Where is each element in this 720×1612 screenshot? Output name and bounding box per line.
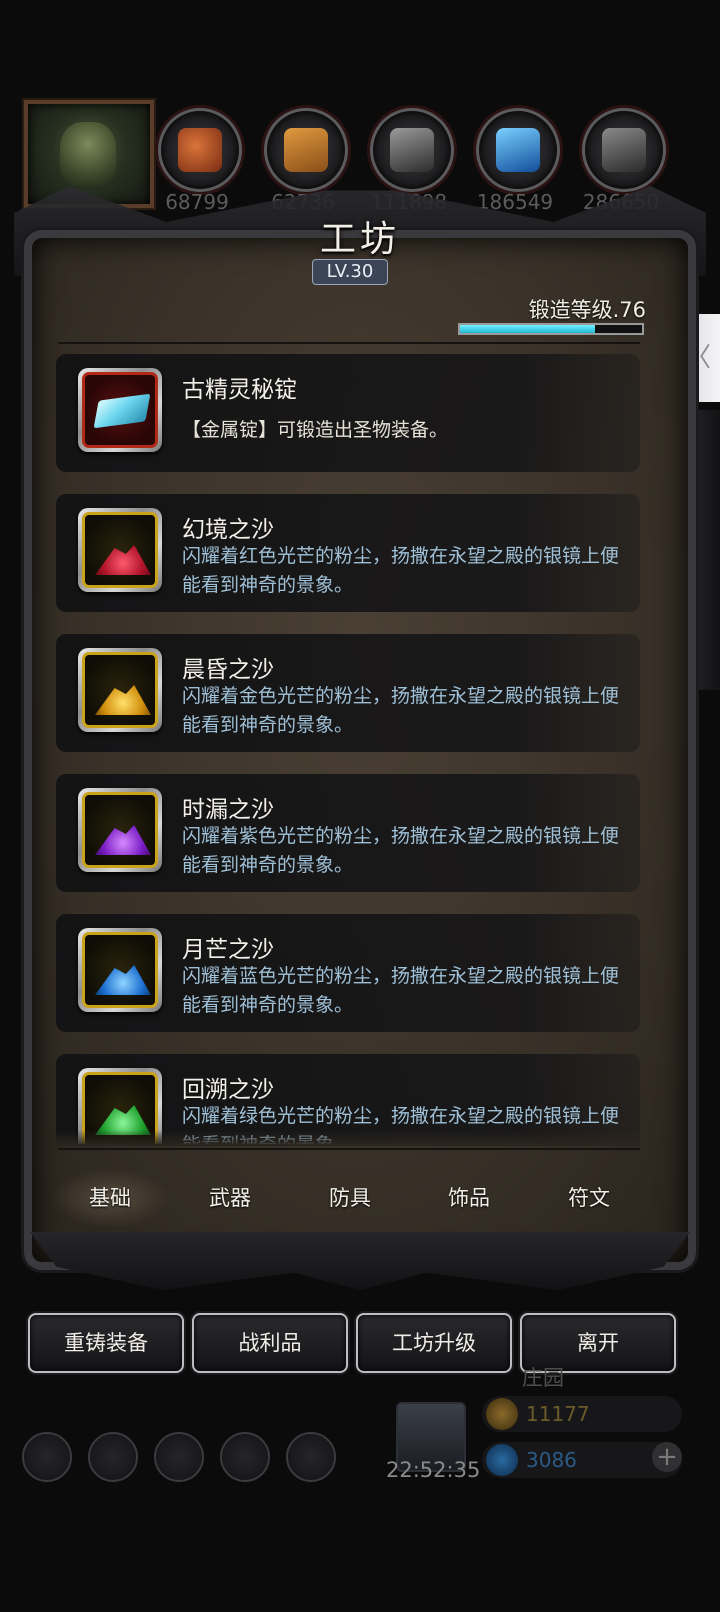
event-timer: 22:52:35 [386, 1458, 481, 1482]
item-slot[interactable] [78, 648, 162, 732]
list-item[interactable]: 幻境之沙 闪耀着红色光芒的粉尘，扬撒在永望之殿的银镜上便能看到神奇的景象。 [56, 494, 640, 612]
shield-icon[interactable] [286, 1432, 336, 1482]
workshop-upgrade-button[interactable]: 工坊升级 [356, 1313, 512, 1373]
panel-title: 工坊 [319, 219, 400, 260]
tab-runes[interactable]: 符文 [529, 1168, 649, 1228]
crystal-icon [476, 108, 560, 192]
item-name: 月芒之沙 [182, 937, 274, 963]
gold-sand-icon [95, 685, 151, 715]
red-sand-icon [95, 545, 151, 575]
tab-basic[interactable]: 基础 [50, 1168, 170, 1228]
forge-progress-bar [458, 323, 644, 335]
estate-label: 庄园 [522, 1366, 564, 1390]
add-currency-button[interactable]: + [652, 1442, 682, 1472]
list-fade [56, 1130, 640, 1146]
level-badge: LV.30 [312, 259, 388, 285]
item-name: 时漏之沙 [182, 797, 274, 823]
tab-weapons[interactable]: 武器 [170, 1168, 290, 1228]
loot-button[interactable]: 战利品 [192, 1313, 348, 1373]
category-tabs: 基础 武器 防具 饰品 符文 [50, 1168, 670, 1228]
list-item[interactable]: 古精灵秘锭 【金属锭】可锻造出圣物装备。 [56, 354, 640, 472]
item-slot[interactable] [78, 508, 162, 592]
stone-icon [582, 108, 666, 192]
wood-plank-icon [264, 108, 348, 192]
item-description: 闪耀着红色光芒的粉尘，扬撒在永望之殿的银镜上便能看到神奇的景象。 [182, 545, 620, 596]
blue-sand-icon [95, 965, 151, 995]
side-drawer-edge [694, 410, 720, 690]
roast-meat-icon [158, 108, 242, 192]
item-slot[interactable] [78, 368, 162, 452]
player-avatar[interactable] [24, 100, 154, 208]
divider [58, 1148, 640, 1150]
item-slot[interactable] [78, 928, 162, 1012]
gold-counter: 11177 [482, 1396, 682, 1432]
gold-value: 11177 [526, 1402, 590, 1426]
tab-armor[interactable]: 防具 [290, 1168, 410, 1228]
item-description: 闪耀着紫色光芒的粉尘，扬撒在永望之殿的银镜上便能看到神奇的景象。 [182, 825, 620, 876]
item-description: 闪耀着蓝色光芒的粉尘，扬撒在永望之殿的银镜上便能看到神奇的景象。 [182, 965, 620, 1016]
avatar-portrait [60, 122, 116, 186]
gear-icon[interactable] [22, 1432, 72, 1482]
forge-progress-fill [460, 325, 595, 333]
item-description: 【金属锭】可锻造出圣物装备。 [182, 419, 449, 441]
list-item[interactable]: 时漏之沙 闪耀着紫色光芒的粉尘，扬撒在永望之殿的银镜上便能看到神奇的景象。 [56, 774, 640, 892]
item-name: 古精灵秘锭 [182, 377, 297, 403]
gold-coin-icon [486, 1398, 518, 1430]
item-slot[interactable] [78, 788, 162, 872]
recipe-list[interactable]: 古精灵秘锭 【金属锭】可锻造出圣物装备。 幻境之沙 闪耀着红色光芒的粉尘，扬撒在… [56, 354, 640, 1144]
purple-sand-icon [95, 825, 151, 855]
list-item[interactable]: 晨昏之沙 闪耀着金色光芒的粉尘，扬撒在永望之殿的银镜上便能看到神奇的景象。 [56, 634, 640, 752]
gem-value: 3086 [526, 1448, 577, 1472]
item-description: 闪耀着金色光芒的粉尘，扬撒在永望之殿的银镜上便能看到神奇的景象。 [182, 685, 620, 736]
tab-accessories[interactable]: 饰品 [409, 1168, 529, 1228]
item-name: 幻境之沙 [182, 517, 274, 543]
ancient-elf-ingot-icon [93, 393, 151, 429]
item-name: 晨昏之沙 [182, 657, 274, 683]
reforge-equipment-button[interactable]: 重铸装备 [28, 1313, 184, 1373]
list-item[interactable]: 月芒之沙 闪耀着蓝色光芒的粉尘，扬撒在永望之殿的银镜上便能看到神奇的景象。 [56, 914, 640, 1032]
gem-icon [486, 1444, 518, 1476]
compass-icon[interactable] [88, 1432, 138, 1482]
item-name: 回溯之沙 [182, 1077, 274, 1103]
scroll-icon[interactable] [154, 1432, 204, 1482]
iron-ingot-icon [370, 108, 454, 192]
mail-icon[interactable] [220, 1432, 270, 1482]
panel-frame-bottom [30, 1232, 690, 1290]
divider [58, 342, 640, 344]
forge-level-label: 锻造等级.76 [528, 298, 646, 322]
